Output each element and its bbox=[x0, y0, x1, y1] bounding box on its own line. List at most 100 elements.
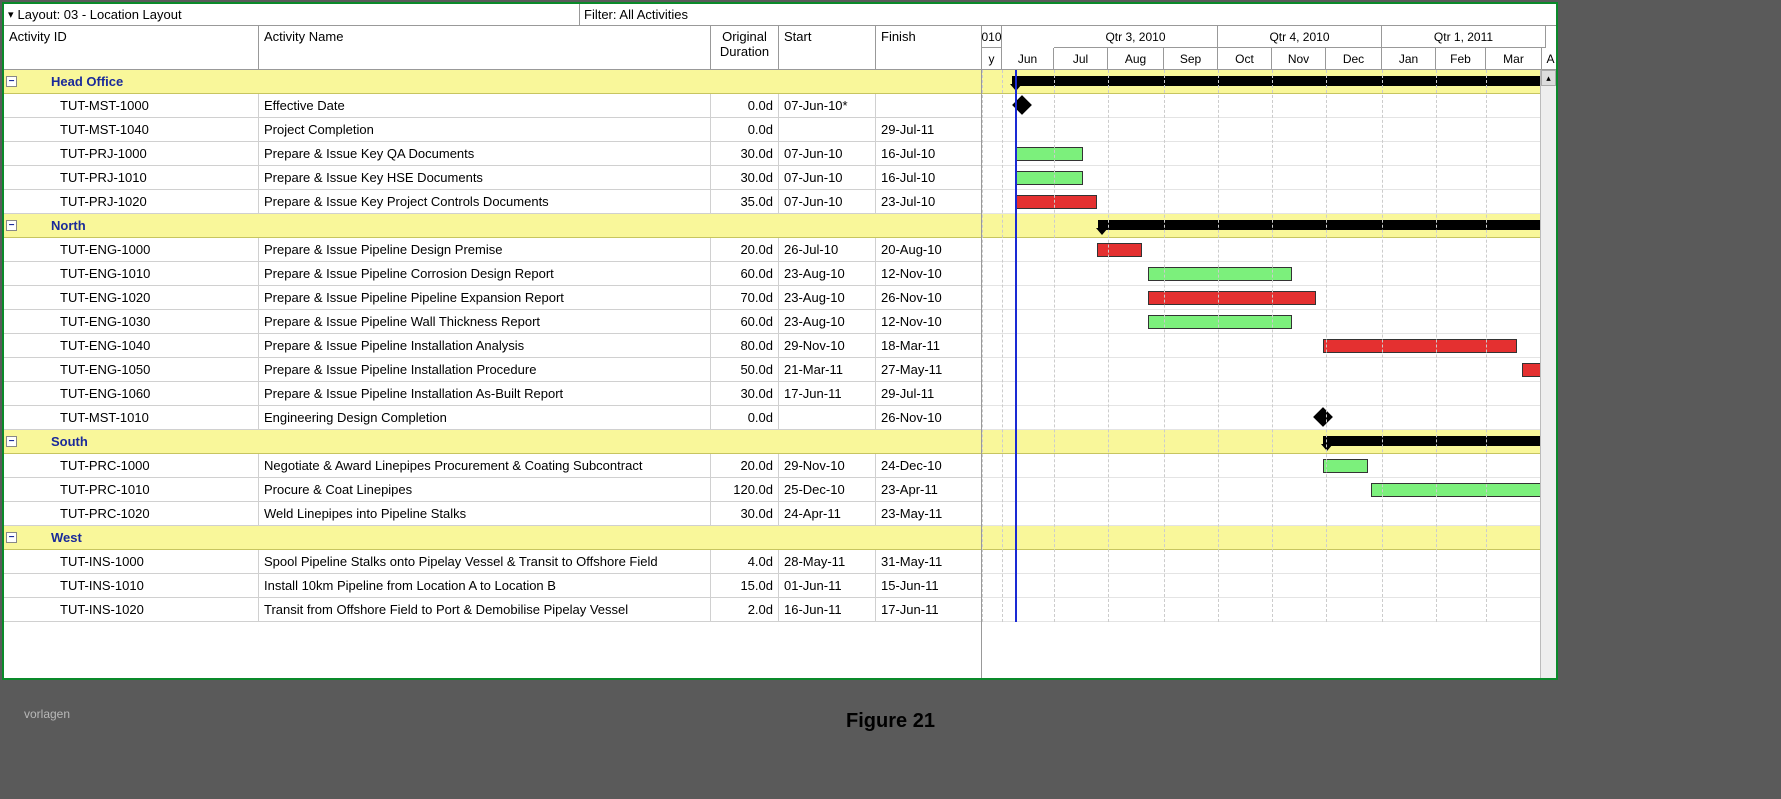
task-bar[interactable] bbox=[1371, 483, 1556, 497]
cell-finish: 23-May-11 bbox=[876, 502, 982, 525]
table-row[interactable]: TUT-ENG-1010Prepare & Issue Pipeline Cor… bbox=[4, 262, 981, 286]
cell-activity-id: TUT-PRJ-1010 bbox=[4, 166, 259, 189]
group-header[interactable]: −South bbox=[4, 430, 981, 454]
cell-start: 17-Jun-11 bbox=[779, 382, 876, 405]
group-header[interactable]: −West bbox=[4, 526, 981, 550]
gantt-row bbox=[982, 310, 1556, 334]
table-row[interactable]: TUT-MST-1040Project Completion0.0d29-Jul… bbox=[4, 118, 981, 142]
gantt-row bbox=[982, 190, 1556, 214]
gantt-row bbox=[982, 286, 1556, 310]
col-start[interactable]: Start bbox=[779, 26, 876, 70]
task-bar[interactable] bbox=[1148, 267, 1292, 281]
task-bar[interactable] bbox=[1015, 147, 1083, 161]
critical-bar[interactable] bbox=[1148, 291, 1316, 305]
vertical-scrollbar[interactable]: ▴ bbox=[1540, 70, 1556, 678]
task-bar[interactable] bbox=[1323, 459, 1368, 473]
gantt-row bbox=[982, 142, 1556, 166]
col-finish[interactable]: Finish bbox=[876, 26, 982, 70]
table-row[interactable]: TUT-ENG-1020Prepare & Issue Pipeline Pip… bbox=[4, 286, 981, 310]
collapse-icon[interactable]: − bbox=[6, 436, 17, 447]
table-row[interactable]: TUT-ENG-1060Prepare & Issue Pipeline Ins… bbox=[4, 382, 981, 406]
table-row[interactable]: TUT-PRC-1000Negotiate & Award Linepipes … bbox=[4, 454, 981, 478]
filter-selector[interactable]: Filter: All Activities bbox=[580, 4, 1556, 25]
scroll-up-icon[interactable]: ▴ bbox=[1541, 70, 1556, 86]
cell-activity-name: Engineering Design Completion bbox=[259, 406, 711, 429]
gantt-row bbox=[982, 262, 1556, 286]
cell-activity-id: TUT-ENG-1000 bbox=[4, 238, 259, 261]
cell-finish: 16-Jul-10 bbox=[876, 166, 982, 189]
cell-activity-name: Prepare & Issue Key HSE Documents bbox=[259, 166, 711, 189]
timescale-month: Jan bbox=[1382, 48, 1436, 70]
timescale-month: Aug bbox=[1108, 48, 1164, 70]
table-row[interactable]: TUT-INS-1010Install 10km Pipeline from L… bbox=[4, 574, 981, 598]
cell-duration: 60.0d bbox=[711, 262, 779, 285]
table-row[interactable]: TUT-ENG-1050Prepare & Issue Pipeline Ins… bbox=[4, 358, 981, 382]
gridline bbox=[982, 70, 983, 622]
task-bar[interactable] bbox=[1015, 171, 1083, 185]
cell-start: 29-Nov-10 bbox=[779, 334, 876, 357]
cell-finish: 29-Jul-11 bbox=[876, 118, 982, 141]
cell-activity-name: Negotiate & Award Linepipes Procurement … bbox=[259, 454, 711, 477]
table-row[interactable]: TUT-PRJ-1000Prepare & Issue Key QA Docum… bbox=[4, 142, 981, 166]
table-row[interactable]: TUT-PRJ-1020Prepare & Issue Key Project … bbox=[4, 190, 981, 214]
cell-activity-id: TUT-INS-1000 bbox=[4, 550, 259, 573]
figure-caption: Figure 21 bbox=[0, 710, 1781, 733]
milestone-icon bbox=[1313, 407, 1333, 427]
cell-start: 16-Jun-11 bbox=[779, 598, 876, 621]
table-row[interactable]: TUT-PRJ-1010Prepare & Issue Key HSE Docu… bbox=[4, 166, 981, 190]
cell-start bbox=[779, 118, 876, 141]
group-label: West bbox=[23, 530, 82, 545]
cell-activity-name: Prepare & Issue Pipeline Wall Thickness … bbox=[259, 310, 711, 333]
collapse-icon[interactable]: − bbox=[6, 220, 17, 231]
cell-activity-id: TUT-INS-1020 bbox=[4, 598, 259, 621]
table-row[interactable]: TUT-PRC-1010Procure & Coat Linepipes120.… bbox=[4, 478, 981, 502]
gantt-row bbox=[982, 94, 1556, 118]
critical-bar[interactable] bbox=[1097, 243, 1142, 257]
cell-activity-name: Prepare & Issue Key Project Controls Doc… bbox=[259, 190, 711, 213]
layout-selector[interactable]: ▾ Layout: 03 - Location Layout bbox=[4, 4, 580, 25]
cell-finish: 26-Nov-10 bbox=[876, 286, 982, 309]
collapse-icon[interactable]: − bbox=[6, 532, 17, 543]
table-row[interactable]: TUT-ENG-1000Prepare & Issue Pipeline Des… bbox=[4, 238, 981, 262]
critical-bar[interactable] bbox=[1015, 195, 1097, 209]
col-original-duration[interactable]: Original Duration bbox=[711, 26, 779, 70]
table-row[interactable]: TUT-ENG-1030Prepare & Issue Pipeline Wal… bbox=[4, 310, 981, 334]
gridline bbox=[1164, 70, 1165, 622]
cell-finish: 29-Jul-11 bbox=[876, 382, 982, 405]
cell-duration: 60.0d bbox=[711, 310, 779, 333]
table-row[interactable]: TUT-MST-1010Engineering Design Completio… bbox=[4, 406, 981, 430]
cell-activity-name: Weld Linepipes into Pipeline Stalks bbox=[259, 502, 711, 525]
table-row[interactable]: TUT-ENG-1040Prepare & Issue Pipeline Ins… bbox=[4, 334, 981, 358]
cell-activity-name: Project Completion bbox=[259, 118, 711, 141]
task-bar[interactable] bbox=[1148, 315, 1292, 329]
cell-activity-name: Spool Pipeline Stalks onto Pipelay Vesse… bbox=[259, 550, 711, 573]
gantt-row bbox=[982, 166, 1556, 190]
collapse-icon[interactable]: − bbox=[6, 76, 17, 87]
cell-activity-name: Prepare & Issue Key QA Documents bbox=[259, 142, 711, 165]
table-row[interactable]: TUT-INS-1020Transit from Offshore Field … bbox=[4, 598, 981, 622]
group-header[interactable]: −Head Office bbox=[4, 70, 981, 94]
col-activity-id[interactable]: Activity ID bbox=[4, 26, 259, 70]
table-row[interactable]: TUT-INS-1000Spool Pipeline Stalks onto P… bbox=[4, 550, 981, 574]
cell-duration: 0.0d bbox=[711, 94, 779, 117]
gantt-summary-row bbox=[982, 526, 1556, 550]
gridline bbox=[1272, 70, 1273, 622]
cell-activity-name: Transit from Offshore Field to Port & De… bbox=[259, 598, 711, 621]
col-activity-name[interactable]: Activity Name bbox=[259, 26, 711, 70]
cell-duration: 15.0d bbox=[711, 574, 779, 597]
gridline bbox=[1436, 70, 1437, 622]
cell-activity-name: Procure & Coat Linepipes bbox=[259, 478, 711, 501]
table-row[interactable]: TUT-PRC-1020Weld Linepipes into Pipeline… bbox=[4, 502, 981, 526]
cell-start: 21-Mar-11 bbox=[779, 358, 876, 381]
group-label: North bbox=[23, 218, 86, 233]
activity-table: Activity ID Activity Name Original Durat… bbox=[4, 26, 982, 678]
table-row[interactable]: TUT-MST-1000Effective Date0.0d07-Jun-10* bbox=[4, 94, 981, 118]
cell-duration: 20.0d bbox=[711, 454, 779, 477]
group-header[interactable]: −North bbox=[4, 214, 981, 238]
gantt-row bbox=[982, 598, 1556, 622]
critical-bar[interactable] bbox=[1323, 339, 1517, 353]
gantt-chart[interactable]: 010Qtr 3, 2010Qtr 4, 2010Qtr 1, 2011yJun… bbox=[982, 26, 1556, 678]
cell-duration: 30.0d bbox=[711, 166, 779, 189]
cell-finish bbox=[876, 94, 982, 117]
cell-activity-name: Prepare & Issue Pipeline Design Premise bbox=[259, 238, 711, 261]
